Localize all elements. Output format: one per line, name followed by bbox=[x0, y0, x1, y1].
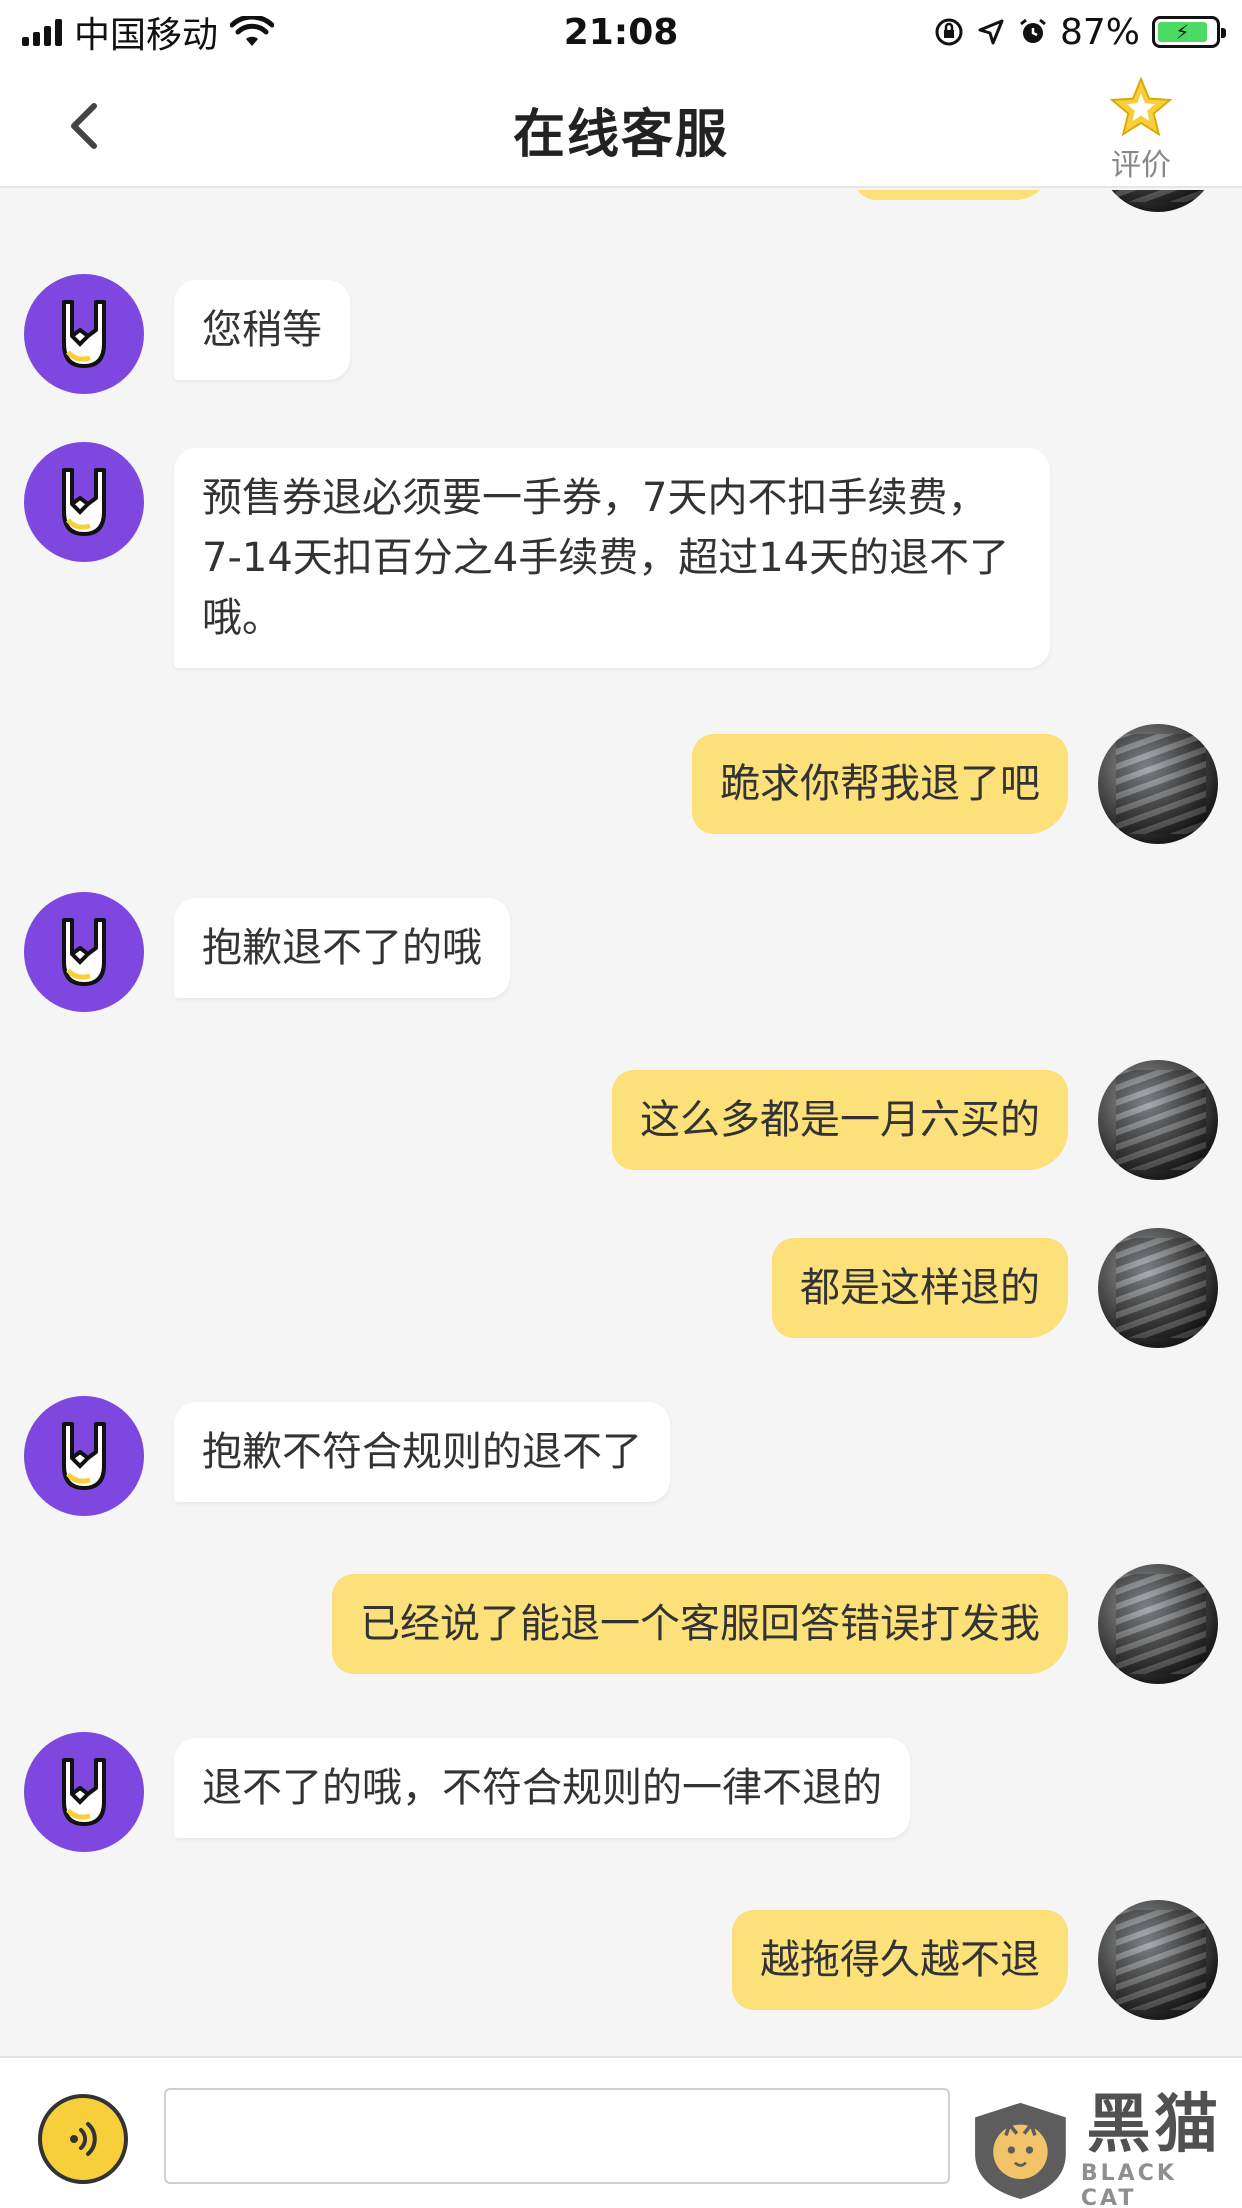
user-avatar bbox=[1098, 1564, 1218, 1684]
carrier-label: 中国移动 bbox=[74, 15, 219, 56]
rock-hand-icon bbox=[62, 918, 106, 986]
signal-icon bbox=[22, 18, 62, 46]
agent-bubble: 预售券退必须要一手券，7天内不扣手续费，7-14天扣百分之4手续费，超过14天的… bbox=[174, 448, 1050, 668]
rate-label: 评价 bbox=[1111, 148, 1171, 183]
orientation-lock-icon bbox=[935, 18, 963, 46]
watermark-text-en: BLACK CAT bbox=[1080, 2161, 1177, 2208]
rock-hand-icon bbox=[62, 1422, 106, 1490]
rock-hand-icon bbox=[62, 1758, 106, 1826]
agent-avatar bbox=[24, 442, 144, 562]
voice-icon bbox=[70, 2122, 97, 2156]
agent-bubble: 您稍等 bbox=[174, 280, 350, 380]
nav-bar: 在线客服 评价 bbox=[0, 64, 1242, 188]
agent-avatar bbox=[24, 1732, 144, 1852]
user-avatar bbox=[1098, 190, 1218, 212]
page-title: 在线客服 bbox=[512, 105, 729, 165]
chat-area[interactable]: 您稍等 预售券退必须要一手券，7天内不扣手续费，7-14天扣百分之4手续费，超过… bbox=[0, 190, 1242, 2056]
message-input[interactable] bbox=[164, 2088, 950, 2184]
battery-charging-icon: ⚡ bbox=[1152, 16, 1226, 48]
status-bar: 中国移动 21:08 87% ⚡ bbox=[0, 0, 1242, 64]
agent-avatar bbox=[24, 274, 144, 394]
user-avatar bbox=[1098, 1228, 1218, 1348]
watermark-text-cn: 黑猫 bbox=[1086, 2088, 1223, 2162]
black-cat-logo-icon bbox=[975, 2102, 1066, 2199]
watermark: 黑猫 BLACK CAT bbox=[966, 2089, 1228, 2208]
alarm-icon bbox=[1020, 18, 1046, 43]
rock-hand-icon bbox=[62, 300, 106, 368]
user-bubble: 跪求你帮我退了吧 bbox=[692, 734, 1068, 834]
user-bubble: 这么多都是一月六买的 bbox=[612, 1070, 1068, 1170]
user-bubble: 都是这样退的 bbox=[772, 1238, 1068, 1338]
location-icon bbox=[978, 19, 1004, 45]
user-bubble: 越拖得久越不退 bbox=[732, 1910, 1068, 2010]
battery-percent: 87% bbox=[1059, 11, 1140, 53]
agent-bubble: 退不了的哦，不符合规则的一律不退的 bbox=[174, 1738, 910, 1838]
rate-button[interactable]: 评价 bbox=[1096, 76, 1186, 184]
agent-avatar bbox=[24, 1396, 144, 1516]
agent-bubble: 抱歉不符合规则的退不了 bbox=[174, 1402, 670, 1502]
wifi-icon bbox=[230, 16, 275, 46]
user-avatar bbox=[1098, 1900, 1218, 2020]
agent-bubble: 抱歉退不了的哦 bbox=[174, 898, 510, 998]
rock-hand-icon bbox=[62, 468, 106, 536]
user-bubble bbox=[854, 190, 1054, 200]
user-avatar bbox=[1098, 1060, 1218, 1180]
star-icon bbox=[1109, 76, 1173, 137]
agent-avatar bbox=[24, 892, 144, 1012]
user-avatar bbox=[1098, 724, 1218, 844]
user-bubble: 已经说了能退一个客服回答错误打发我 bbox=[332, 1574, 1068, 1674]
voice-button[interactable] bbox=[38, 2094, 128, 2184]
